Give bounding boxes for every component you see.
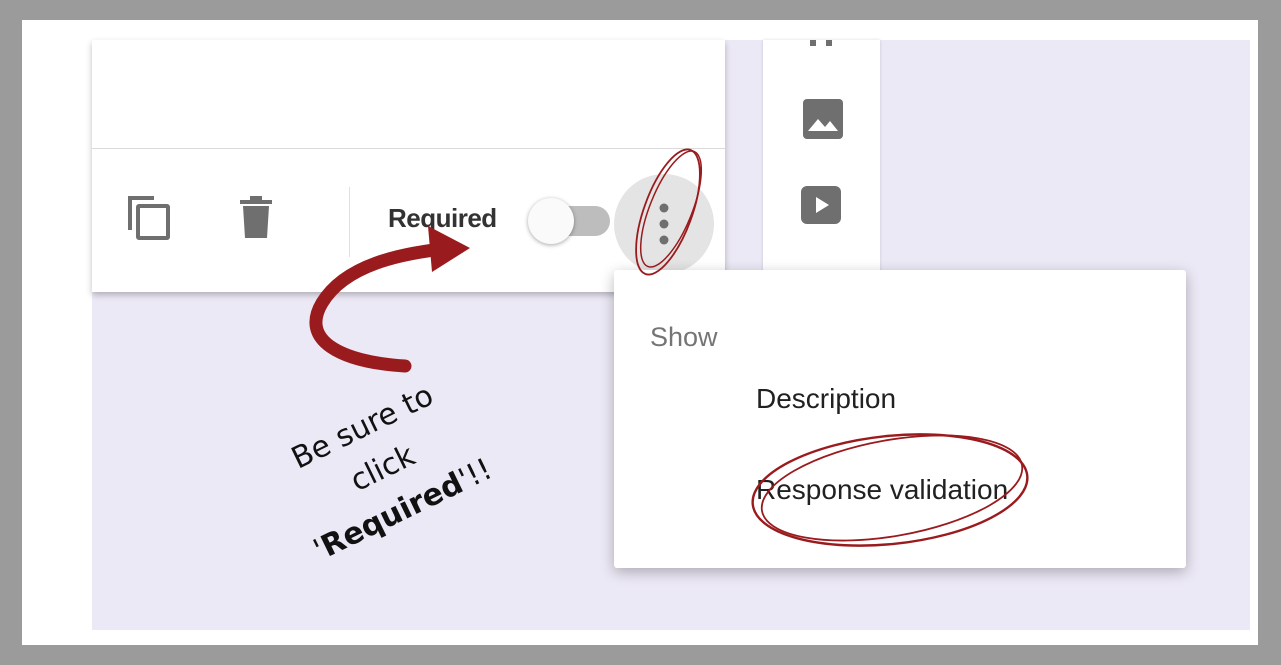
menu-item-description[interactable]: Description [756,383,896,415]
card-divider [92,148,725,149]
menu-item-response-validation[interactable]: Response validation [756,474,1008,506]
more-options-button[interactable] [614,174,714,274]
side-toolbar [763,40,880,280]
partial-icon [810,40,832,46]
menu-header-show: Show [650,322,718,352]
required-label: Required [388,203,497,233]
more-vert-icon [659,203,669,245]
toolbar-separator [349,187,350,257]
image-icon[interactable] [803,99,843,139]
more-options-menu: Show Description Response validation [614,270,1186,568]
question-card: Required [92,40,725,292]
required-toggle-knob[interactable] [528,198,574,244]
copy-icon[interactable] [126,194,172,240]
video-icon[interactable] [801,186,841,224]
trash-icon[interactable] [238,196,278,240]
